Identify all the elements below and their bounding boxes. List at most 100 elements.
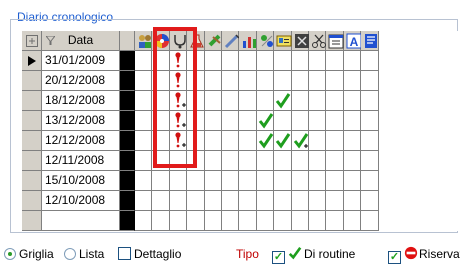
grid-cell[interactable] xyxy=(187,51,205,71)
grid-cell[interactable] xyxy=(170,91,187,111)
grid-cell[interactable] xyxy=(326,171,344,191)
grid-cell[interactable] xyxy=(222,51,239,71)
grid-cell[interactable] xyxy=(274,71,292,91)
column-header-flask-icon[interactable] xyxy=(187,31,205,51)
grid-cell[interactable] xyxy=(135,111,152,131)
grid-cell[interactable] xyxy=(170,131,187,151)
grid-cell[interactable] xyxy=(187,191,205,211)
grid-cell[interactable] xyxy=(361,111,379,131)
grid-cell[interactable] xyxy=(205,91,222,111)
grid-cell[interactable] xyxy=(292,51,309,71)
grid-cell[interactable] xyxy=(326,111,344,131)
grid-cell[interactable] xyxy=(274,191,292,211)
grid-cell[interactable] xyxy=(309,51,326,71)
grid-cell[interactable] xyxy=(309,171,326,191)
lista-option[interactable]: Lista xyxy=(64,246,104,262)
grid-cell[interactable] xyxy=(344,51,361,71)
grid-cell[interactable] xyxy=(135,151,152,171)
grid-cell[interactable] xyxy=(326,151,344,171)
grid-cell[interactable] xyxy=(222,211,239,231)
column-header-bar-chart-icon[interactable] xyxy=(239,31,257,51)
table-row[interactable]: 31/01/2009 xyxy=(22,51,460,71)
grid-cell[interactable] xyxy=(170,191,187,211)
grid-cell[interactable] xyxy=(274,91,292,111)
grid-cell[interactable] xyxy=(309,71,326,91)
grid-cell[interactable] xyxy=(205,171,222,191)
table-row[interactable]: 12/12/2008 xyxy=(22,131,460,151)
table-row[interactable]: 13/12/2008 xyxy=(22,111,460,131)
grid-cell[interactable] xyxy=(361,51,379,71)
grid-cell[interactable] xyxy=(170,171,187,191)
grid-cell[interactable] xyxy=(361,71,379,91)
grid-cell[interactable] xyxy=(257,151,274,171)
grid-cell[interactable] xyxy=(292,131,309,151)
grid-cell[interactable] xyxy=(274,151,292,171)
column-header-letter-a-icon[interactable]: A xyxy=(344,31,362,51)
grid-cell[interactable] xyxy=(187,211,205,231)
grid-cell[interactable] xyxy=(239,71,257,91)
grid-cell[interactable] xyxy=(135,211,152,231)
grid-cell[interactable] xyxy=(361,151,379,171)
grid-cell[interactable] xyxy=(152,51,170,71)
diary-grid[interactable]: Data A 31/01/2009 20/12/2008 18/12/2008 13/12… xyxy=(22,31,460,231)
grid-cell[interactable] xyxy=(205,131,222,151)
grid-cell[interactable] xyxy=(344,191,361,211)
grid-cell[interactable] xyxy=(205,211,222,231)
grid-cell[interactable] xyxy=(239,111,257,131)
griglia-radio[interactable] xyxy=(4,248,16,260)
row-indicator[interactable] xyxy=(22,51,42,71)
dettaglio-option[interactable]: Dettaglio xyxy=(118,246,181,262)
grid-cell[interactable] xyxy=(257,91,274,111)
grid-cell[interactable] xyxy=(152,71,170,91)
table-row[interactable]: 12/11/2008 xyxy=(22,151,460,171)
column-header-calendar-icon[interactable] xyxy=(326,31,344,51)
grid-cell[interactable] xyxy=(187,111,205,131)
grid-cell[interactable] xyxy=(239,171,257,191)
grid-cell[interactable] xyxy=(292,111,309,131)
grid-cell[interactable] xyxy=(135,91,152,111)
grid-cell[interactable] xyxy=(222,111,239,131)
table-row[interactable]: 15/10/2008 xyxy=(22,171,460,191)
grid-cell[interactable] xyxy=(309,211,326,231)
grid-cell[interactable] xyxy=(257,211,274,231)
column-header-x-ray-icon[interactable] xyxy=(292,31,309,51)
grid-cell[interactable] xyxy=(205,191,222,211)
column-header-notes-icon[interactable] xyxy=(361,31,379,51)
grid-cell[interactable] xyxy=(344,111,361,131)
grid-cell[interactable] xyxy=(257,171,274,191)
grid-cell[interactable] xyxy=(274,131,292,151)
grid-cell[interactable] xyxy=(292,91,309,111)
grid-cell[interactable] xyxy=(274,51,292,71)
grid-cell[interactable] xyxy=(309,111,326,131)
grid-cell[interactable] xyxy=(205,51,222,71)
riservato-option[interactable]: ✓ Riservato xyxy=(388,246,460,264)
griglia-option[interactable]: Griglia xyxy=(4,246,54,262)
grid-cell[interactable] xyxy=(257,191,274,211)
grid-cell[interactable] xyxy=(257,131,274,151)
grid-cell[interactable] xyxy=(274,211,292,231)
table-row[interactable]: 20/12/2008 xyxy=(22,71,460,91)
grid-cell[interactable] xyxy=(344,91,361,111)
grid-cell[interactable] xyxy=(205,71,222,91)
grid-cell[interactable] xyxy=(361,91,379,111)
grid-cell[interactable] xyxy=(326,211,344,231)
table-row[interactable]: 18/12/2008 xyxy=(22,91,460,111)
dettaglio-checkbox[interactable] xyxy=(118,247,131,260)
grid-cell[interactable] xyxy=(309,91,326,111)
grid-cell[interactable] xyxy=(170,51,187,71)
grid-cell[interactable] xyxy=(135,191,152,211)
grid-cell[interactable] xyxy=(344,211,361,231)
column-header-id-card-icon[interactable] xyxy=(274,31,292,51)
grid-cell[interactable] xyxy=(292,211,309,231)
grid-cell[interactable] xyxy=(344,151,361,171)
grid-cell[interactable] xyxy=(170,71,187,91)
grid-cell[interactable] xyxy=(309,191,326,211)
grid-cell[interactable] xyxy=(187,171,205,191)
grid-cell[interactable] xyxy=(257,111,274,131)
grid-cell[interactable] xyxy=(205,111,222,131)
grid-cell[interactable] xyxy=(170,111,187,131)
grid-cell[interactable] xyxy=(274,171,292,191)
grid-cell[interactable] xyxy=(222,131,239,151)
grid-cell[interactable] xyxy=(239,151,257,171)
grid-cell[interactable] xyxy=(292,171,309,191)
